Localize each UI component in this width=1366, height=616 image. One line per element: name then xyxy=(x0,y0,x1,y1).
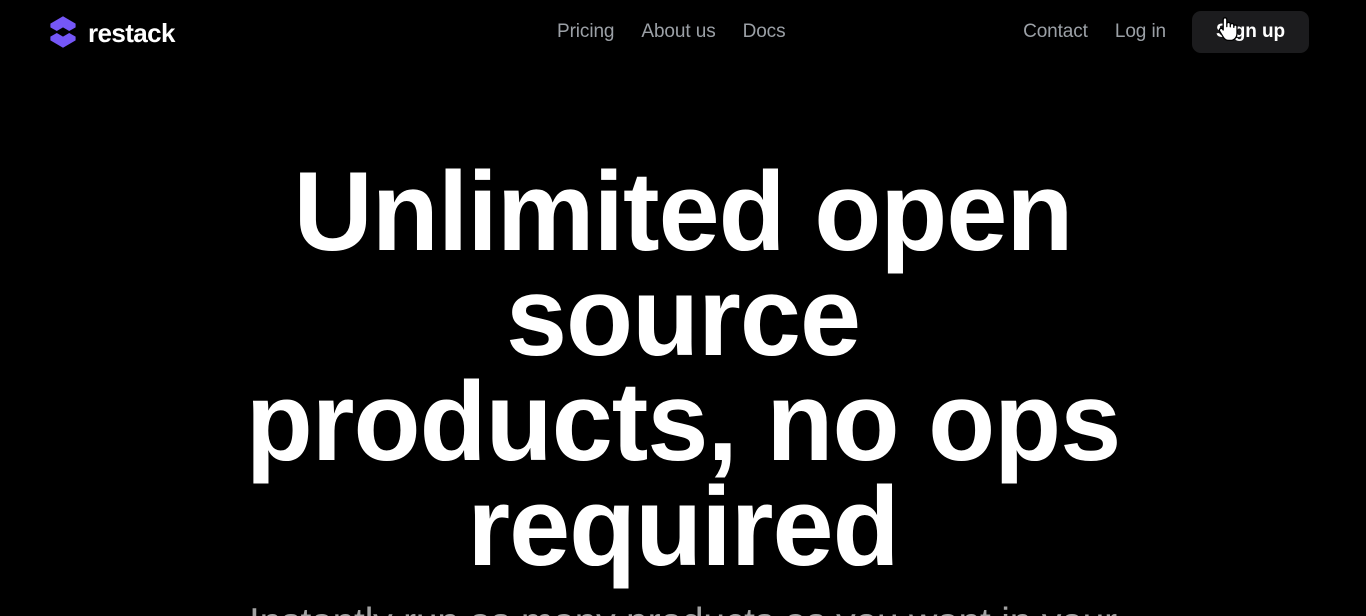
hero-title: Unlimited open source products, no ops r… xyxy=(188,149,1178,589)
site-header: restack Pricing About us Docs Contact Lo… xyxy=(0,0,1366,64)
restack-hexagon-logo-icon xyxy=(48,15,78,49)
hero-title-line-1: Unlimited open source xyxy=(293,149,1073,379)
nav-link-log-in[interactable]: Log in xyxy=(1115,11,1166,53)
brand-logo-link[interactable]: restack xyxy=(48,14,175,50)
nav-link-about-us[interactable]: About us xyxy=(641,18,715,46)
nav-link-contact[interactable]: Contact xyxy=(1023,11,1088,53)
hero-title-line-2: products, no ops required xyxy=(245,359,1122,589)
hero-subtitle-line-1: Instantly run as many products as you wa… xyxy=(233,601,1133,616)
hero-subtitle: Instantly run as many products as you wa… xyxy=(233,601,1133,616)
signup-button[interactable]: Sign up xyxy=(1192,11,1309,53)
primary-navigation: Pricing About us Docs xyxy=(557,18,786,46)
nav-link-docs[interactable]: Docs xyxy=(743,18,786,46)
nav-link-pricing[interactable]: Pricing xyxy=(557,18,614,46)
secondary-navigation: Contact Log in Sign up xyxy=(1023,11,1309,53)
hero-section: Unlimited open source products, no ops r… xyxy=(0,64,1366,616)
brand-name: restack xyxy=(88,18,175,48)
